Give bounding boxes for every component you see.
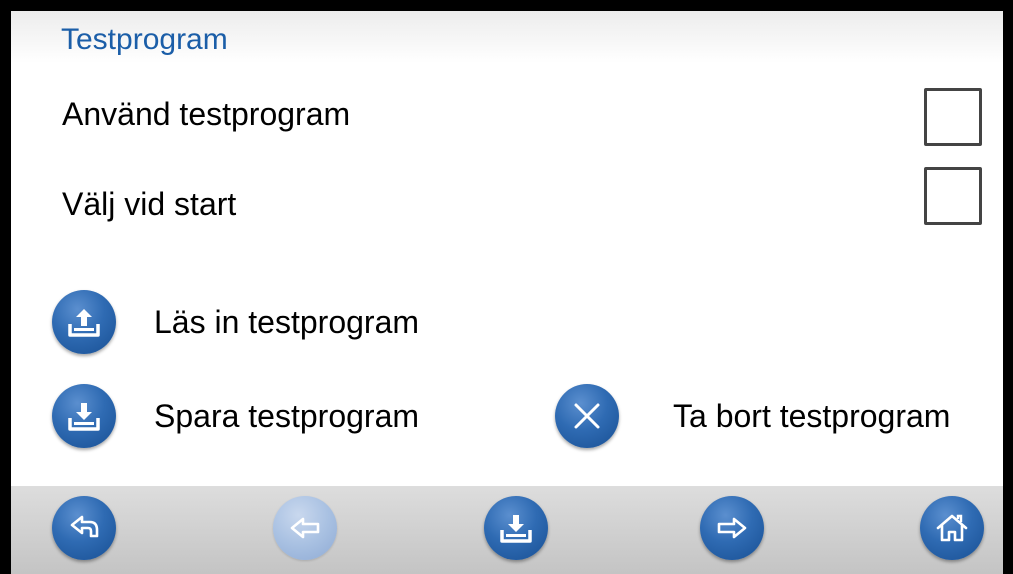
window-frame-left <box>0 0 11 574</box>
home-button[interactable] <box>920 496 984 560</box>
save-download-icon <box>496 508 536 548</box>
save-testprogram-button[interactable]: Spara testprogram <box>52 376 419 456</box>
load-testprogram-label: Läs in testprogram <box>154 303 420 340</box>
download-icon <box>52 384 116 448</box>
save-nav-button[interactable] <box>484 496 548 560</box>
select-at-start-label: Välj vid start <box>62 186 237 222</box>
page-title: Testprogram <box>61 23 228 56</box>
home-icon <box>932 508 972 548</box>
load-testprogram-button[interactable]: Läs in testprogram <box>52 282 419 362</box>
header-bar: Testprogram <box>11 11 1003 63</box>
arrow-right-icon <box>712 508 752 548</box>
window-frame-right <box>1003 0 1013 574</box>
window-frame-top <box>0 0 1013 11</box>
back-return-button[interactable] <box>52 496 116 560</box>
arrow-left-icon <box>285 508 325 548</box>
use-testprogram-checkbox[interactable] <box>924 88 982 146</box>
next-button[interactable] <box>700 496 764 560</box>
upload-icon <box>52 290 116 354</box>
back-return-icon <box>64 508 104 548</box>
delete-testprogram-button[interactable]: Ta bort testprogram <box>555 376 950 456</box>
save-testprogram-label: Spara testprogram <box>154 397 420 434</box>
use-testprogram-label: Använd testprogram <box>62 96 351 132</box>
close-icon <box>555 384 619 448</box>
previous-button[interactable] <box>273 496 337 560</box>
delete-testprogram-label: Ta bort testprogram <box>673 397 951 434</box>
select-at-start-checkbox[interactable] <box>924 167 982 225</box>
